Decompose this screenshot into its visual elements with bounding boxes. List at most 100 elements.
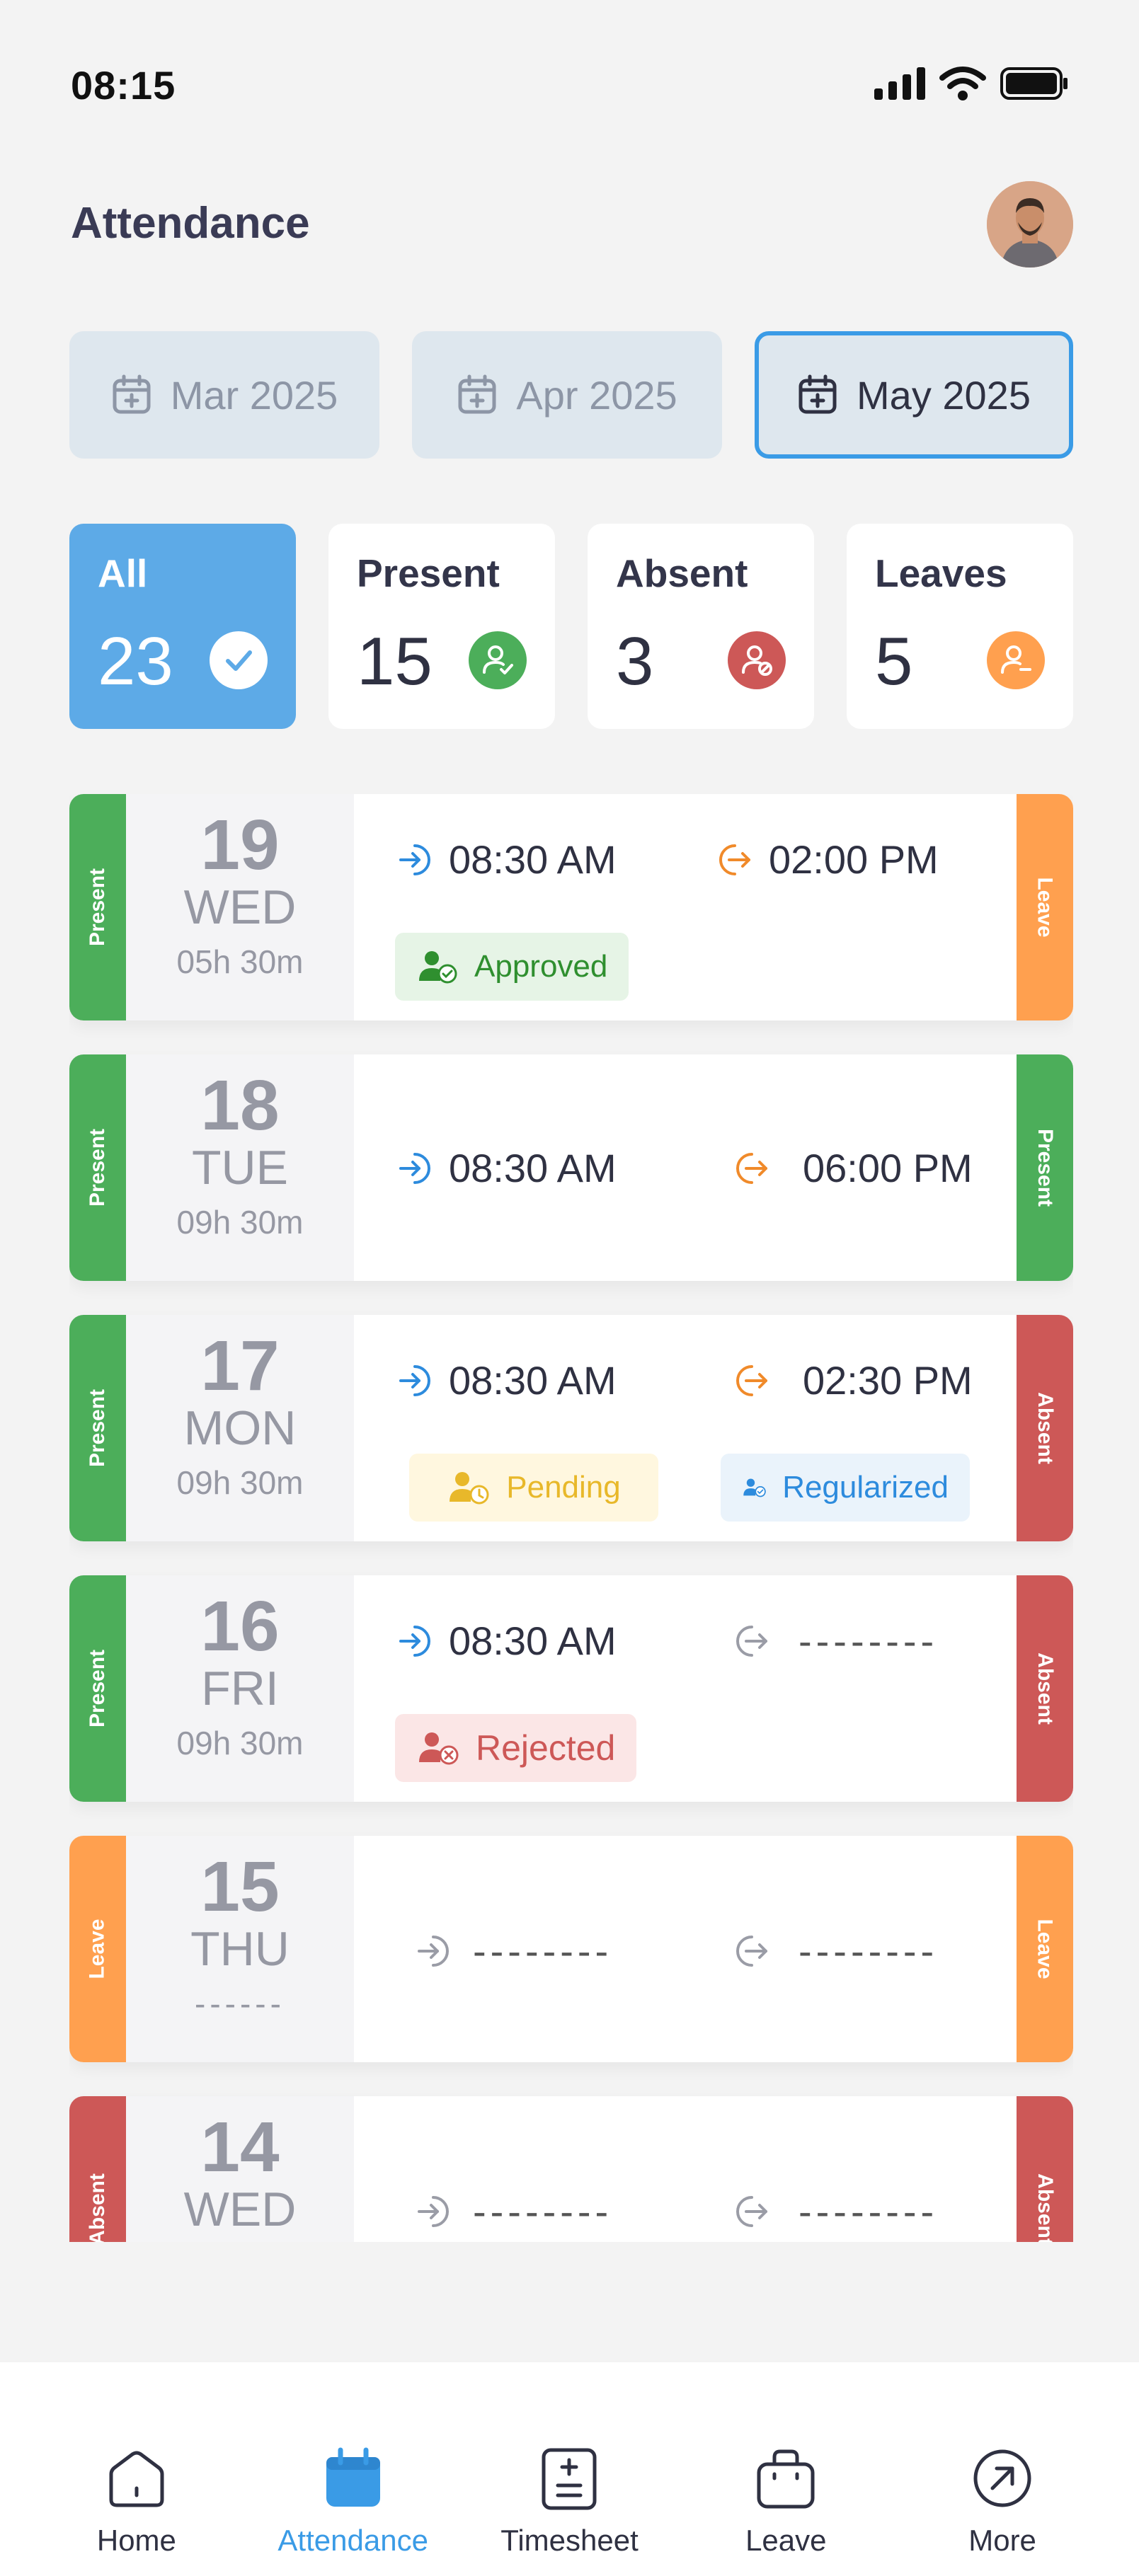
- check-in-time: 08:30 AM: [449, 1618, 617, 1663]
- check-in-icon: [418, 1935, 449, 1967]
- stats-filter: All 23 Present 15 Absent 3 Leaves 5: [69, 524, 1073, 729]
- row-hours: ------: [195, 1985, 285, 2023]
- row-day-type-strip: Absent: [1017, 1575, 1073, 1802]
- check-in: --------: [415, 1928, 612, 1974]
- calendar-icon: [326, 2447, 380, 2507]
- check-out: --------: [733, 1618, 938, 1664]
- attendance-row[interactable]: Present 19 WED 05h 30m 08:30 AM 02:00 PM…: [69, 794, 1073, 1020]
- row-day-type-label: Absent: [1034, 2173, 1057, 2242]
- attendance-list[interactable]: Present 19 WED 05h 30m 08:30 AM 02:00 PM…: [69, 794, 1073, 2242]
- nav-more[interactable]: More: [910, 2362, 1094, 2576]
- check-in: 08:30 AM: [396, 1145, 617, 1191]
- nav-leave[interactable]: Leave: [694, 2362, 878, 2576]
- avatar[interactable]: [987, 181, 1073, 268]
- row-day: 16: [200, 1587, 280, 1666]
- check-in: --------: [415, 2188, 612, 2234]
- check-in: 08:30 AM: [396, 1357, 617, 1403]
- month-may-button[interactable]: May 2025: [755, 331, 1073, 459]
- status-time: 08:15: [71, 63, 176, 108]
- row-weekday: FRI: [201, 1662, 279, 1715]
- row-status-strip: Leave: [69, 1836, 126, 2062]
- tag-label: Approved: [474, 949, 608, 984]
- row-status-strip: Absent: [69, 2096, 126, 2242]
- attendance-row[interactable]: Leave 15 THU ------ -------- -------- Le…: [69, 1836, 1073, 2062]
- wifi-icon: [939, 67, 986, 100]
- check-out-time: 02:30 PM: [803, 1358, 973, 1403]
- nav-timesheet[interactable]: Timesheet: [477, 2362, 661, 2576]
- month-mar-button[interactable]: Mar 2025: [69, 331, 379, 459]
- status-badge-approved: Approved: [395, 933, 629, 1001]
- row-times: 08:30 AM 02:30 PM Pending Regularized: [354, 1315, 1017, 1541]
- row-times: 08:30 AM 02:00 PM Approved: [354, 794, 1017, 1020]
- check-out: --------: [733, 1928, 938, 1974]
- check-out-time: 06:00 PM: [803, 1146, 973, 1190]
- check-out-icon: [736, 2195, 767, 2227]
- check-in-icon: [418, 2195, 449, 2227]
- row-date: 17 MON 09h 30m: [126, 1315, 354, 1541]
- check-out-time: --------: [799, 1928, 939, 1973]
- row-status-label: Present: [86, 1649, 109, 1728]
- stat-leaves-card[interactable]: Leaves 5: [847, 524, 1073, 729]
- calendar-plus-icon: [458, 374, 496, 414]
- month-apr-button[interactable]: Apr 2025: [412, 331, 722, 459]
- attendance-row[interactable]: Present 16 FRI 09h 30m 08:30 AM --------…: [69, 1575, 1073, 1802]
- row-day: 19: [200, 805, 280, 885]
- stat-present-card[interactable]: Present 15: [328, 524, 555, 729]
- check-in-time: --------: [473, 1928, 613, 1973]
- check-in: 08:30 AM: [396, 1618, 617, 1664]
- row-status-strip: Present: [69, 1054, 126, 1281]
- row-day-type-label: Leave: [1034, 877, 1058, 938]
- row-weekday: WED: [183, 880, 297, 934]
- row-date: 14 WED: [126, 2096, 354, 2242]
- tag-label: Rejected: [476, 1728, 616, 1768]
- row-day-type-strip: Leave: [1017, 1836, 1073, 2062]
- status-bar: 08:15: [71, 62, 1068, 112]
- row-day: 14: [200, 2108, 280, 2187]
- nav-attendance[interactable]: Attendance: [261, 2362, 445, 2576]
- check-out-icon: [736, 1935, 767, 1967]
- check-in-time: 08:30 AM: [449, 1146, 617, 1190]
- check-out: --------: [733, 2188, 938, 2234]
- nav-label: More: [968, 2524, 1036, 2557]
- header: Attendance: [71, 181, 1073, 283]
- status-badge-regularized: Regularized: [721, 1454, 970, 1522]
- row-weekday: THU: [190, 1922, 290, 1976]
- stat-all-card[interactable]: All 23: [69, 524, 296, 729]
- row-hours: 09h 30m: [176, 1204, 304, 1241]
- check-icon: [210, 631, 268, 689]
- check-out: 06:00 PM: [733, 1145, 973, 1191]
- check-out-time: 02:00 PM: [769, 837, 939, 882]
- row-times: 08:30 AM 06:00 PM: [354, 1054, 1017, 1281]
- nav-label: Timesheet: [500, 2524, 639, 2557]
- attendance-row[interactable]: Present 18 TUE 09h 30m 08:30 AM 06:00 PM…: [69, 1054, 1073, 1281]
- check-in-time: 08:30 AM: [449, 837, 617, 882]
- user-check-icon: [743, 1478, 766, 1497]
- row-day-type-strip: Absent: [1017, 2096, 1073, 2242]
- stat-label: Absent: [616, 551, 748, 595]
- row-day: 17: [200, 1326, 280, 1405]
- check-out: 02:30 PM: [733, 1357, 973, 1403]
- check-out-icon: [736, 1625, 767, 1657]
- row-day-type-label: Absent: [1034, 1652, 1057, 1725]
- row-weekday: TUE: [192, 1141, 288, 1195]
- nav-home[interactable]: Home: [45, 2362, 229, 2576]
- attendance-row[interactable]: Absent 14 WED -------- -------- Absent: [69, 2096, 1073, 2242]
- row-status-label: Present: [86, 868, 109, 947]
- check-out-icon: [736, 1364, 767, 1396]
- row-day-type-label: Leave: [1034, 1919, 1058, 1979]
- row-day-type-label: Absent: [1034, 1392, 1057, 1464]
- check-in-icon: [399, 1364, 430, 1396]
- nav-label: Leave: [745, 2524, 827, 2557]
- calendar-plus-icon: [113, 374, 151, 414]
- attendance-row[interactable]: Present 17 MON 09h 30m 08:30 AM 02:30 PM…: [69, 1315, 1073, 1541]
- row-status-label: Present: [86, 1128, 109, 1207]
- stat-count: 23: [98, 623, 173, 699]
- check-in-icon: [399, 1152, 430, 1184]
- user-block-icon: [728, 631, 786, 689]
- stat-count: 15: [357, 623, 433, 699]
- stat-absent-card[interactable]: Absent 3: [588, 524, 814, 729]
- nav-label: Attendance: [277, 2524, 428, 2557]
- check-out-time: --------: [799, 2189, 939, 2233]
- row-times: 08:30 AM -------- Rejected: [354, 1575, 1017, 1802]
- stat-count: 5: [875, 623, 913, 699]
